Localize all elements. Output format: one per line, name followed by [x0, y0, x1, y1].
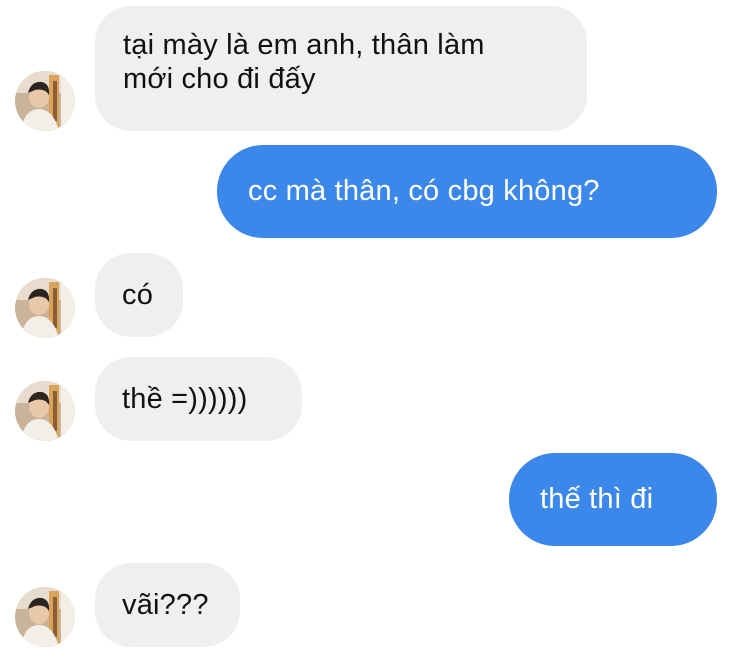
contact-avatar[interactable] — [15, 587, 75, 647]
incoming-message-bubble[interactable]: tại mày là em anh, thân làm mới cho đi đ… — [95, 6, 587, 131]
message-text: có — [122, 279, 154, 311]
message-text: thề =)))))) — [122, 383, 248, 415]
message-text-line: mới cho đi đấy — [123, 63, 316, 95]
contact-avatar[interactable] — [15, 71, 75, 131]
incoming-message-bubble[interactable]: có — [95, 253, 183, 337]
incoming-message-bubble[interactable]: vãi??? — [95, 563, 240, 647]
message-text-line: tại mày là em anh, thân làm — [123, 29, 485, 61]
incoming-message-bubble[interactable]: thề =)))))) — [95, 357, 302, 441]
outgoing-message-bubble[interactable]: thế thì đi — [509, 453, 717, 546]
contact-avatar[interactable] — [15, 278, 75, 338]
message-text: vãi??? — [122, 589, 209, 621]
contact-avatar[interactable] — [15, 381, 75, 441]
message-text: thế thì đi — [540, 483, 654, 515]
outgoing-message-bubble[interactable]: cc mà thân, có cbg không? — [217, 145, 717, 238]
chat-thread: tại mày là em anh, thân làm mới cho đi đ… — [0, 0, 749, 667]
message-text: cc mà thân, có cbg không? — [248, 175, 600, 207]
